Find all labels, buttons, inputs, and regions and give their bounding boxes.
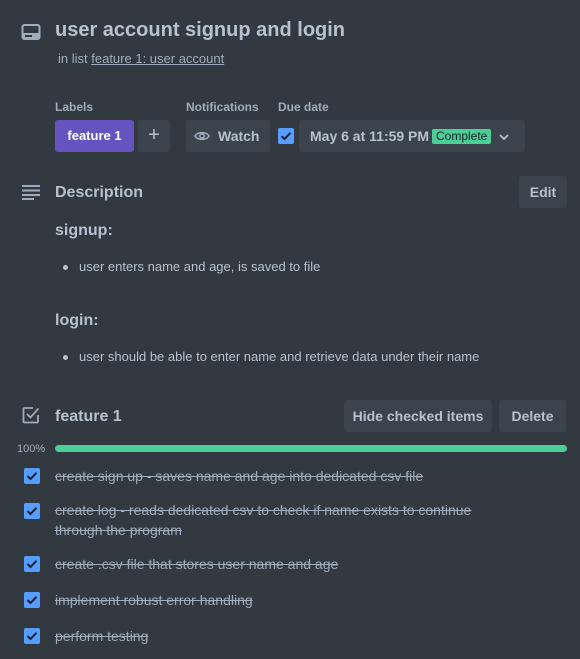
checklist-item-text[interactable]: create .csv file that stores user name a… [55, 554, 485, 574]
in-list-line: in list feature 1: user account [58, 51, 224, 66]
card-title[interactable]: user account signup and login [55, 19, 345, 42]
checklist-icon [22, 406, 40, 424]
checklist-item-text[interactable]: perform testing [55, 626, 485, 646]
progress-percent: 100% [17, 443, 46, 455]
checklist-item-text[interactable]: create sign up - saves name and age into… [55, 466, 485, 486]
in-list-prefix: in list [58, 51, 88, 66]
checklist-item-checkbox[interactable] [24, 556, 40, 572]
due-date-value: May 6 at 11:59 PM [310, 128, 430, 144]
description-subheading-login: login: [55, 312, 99, 329]
add-label-button[interactable]: + [138, 120, 170, 152]
checklist-item-text[interactable]: create log - reads dedicated csv to chec… [55, 500, 475, 540]
card-icon [21, 22, 41, 42]
labels-heading: Labels [55, 100, 94, 114]
label-chip-feature-1[interactable]: feature 1 [55, 120, 134, 152]
due-date-checkbox[interactable] [278, 128, 294, 144]
eye-icon [194, 129, 210, 143]
delete-checklist-button[interactable]: Delete [499, 400, 566, 432]
notifications-heading: Notifications [186, 100, 259, 114]
chevron-down-icon [498, 130, 510, 142]
watch-button[interactable]: Watch [186, 120, 270, 152]
edit-description-button[interactable]: Edit [519, 176, 567, 208]
due-date-heading: Due date [278, 100, 329, 114]
checklist-item-checkbox[interactable] [24, 503, 40, 519]
description-heading: Description [55, 184, 144, 201]
complete-badge: Complete [432, 129, 492, 144]
hide-checked-items-button[interactable]: Hide checked items [344, 400, 492, 432]
checklist-item-checkbox[interactable] [24, 468, 40, 484]
description-bullet: user enters name and age, is saved to fi… [62, 259, 321, 274]
watch-label: Watch [218, 128, 260, 144]
due-date-button[interactable]: May 6 at 11:59 PM Complete [299, 120, 525, 152]
description-icon [21, 184, 41, 200]
description-subheading-signup: signup: [55, 222, 113, 239]
checklist-item-checkbox[interactable] [24, 628, 40, 644]
checklist-title[interactable]: feature 1 [55, 408, 122, 426]
list-link[interactable]: feature 1: user account [91, 51, 224, 66]
plus-icon: + [148, 124, 160, 146]
progress-bar [55, 445, 567, 452]
progress-bar-fill [55, 445, 567, 452]
checklist-item-checkbox[interactable] [24, 592, 40, 608]
description-bullet: user should be able to enter name and re… [62, 349, 480, 364]
checklist-item-text[interactable]: implement robust error handling [55, 590, 485, 610]
